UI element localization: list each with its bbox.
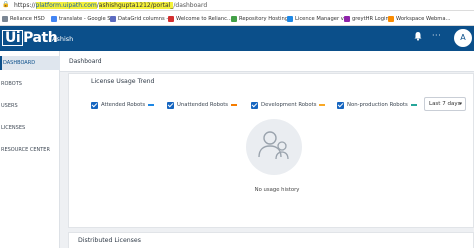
bookmarks-bar: Reliance HSD translate - Google S... Dat…	[0, 11, 474, 26]
bookmark-item[interactable]: Licence Manager v...	[287, 14, 348, 23]
bookmark-item[interactable]: Workspace Webma...	[388, 14, 451, 23]
legend-swatch	[319, 104, 326, 106]
page-header: Dashboard	[60, 51, 474, 72]
browser-address-bar[interactable]: 🔒 https://platform.uipath.com/ashishgupt…	[0, 0, 474, 11]
checkbox-checked-icon[interactable]	[91, 101, 98, 109]
google-icon	[51, 15, 57, 22]
more-icon[interactable]: ···	[432, 32, 441, 40]
url-path: /dashboard	[173, 2, 208, 9]
tenant-name[interactable]: Ashish	[52, 35, 73, 43]
lock-icon: 🔒	[2, 1, 10, 8]
page-icon	[231, 15, 237, 22]
page-icon	[287, 15, 293, 22]
card-title: License Usage Trend	[91, 78, 155, 85]
logo-box: Ui	[2, 30, 24, 46]
bookmark-label: Reliance HSD	[10, 15, 45, 22]
sidebar: DASHBOARD ROBOTS USERS LICENSES RESOURCE…	[0, 51, 60, 248]
bookmark-item[interactable]: Reliance HSD	[2, 14, 45, 23]
bookmark-label: DataGrid columns -...	[118, 15, 174, 22]
checkbox-checked-icon[interactable]	[167, 101, 174, 109]
bookmark-label: Licence Manager v...	[295, 15, 349, 22]
bookmark-label: Workspace Webma...	[396, 15, 451, 22]
legend-non-production[interactable]: Non-production Robots	[337, 100, 417, 110]
legend-swatch	[148, 104, 155, 106]
bookmark-label: Welcome to Relianc...	[176, 15, 232, 22]
bookmark-item[interactable]: Repository Hosting	[231, 14, 288, 23]
date-range-value: Last 7 days	[429, 101, 461, 107]
empty-state-text: No usage history	[254, 187, 300, 193]
chevron-down-icon: ▾	[459, 101, 462, 107]
page-icon	[110, 15, 116, 22]
page-icon	[388, 15, 394, 22]
url-host: platform.uipath.com	[35, 2, 97, 9]
url-text[interactable]: https://platform.uipath.com/ashishgupta1…	[14, 1, 207, 10]
legend-label: Development Robots	[261, 102, 317, 108]
legend-label: Unattended Robots	[177, 102, 229, 108]
sidebar-item-licenses[interactable]: LICENSES	[0, 121, 60, 135]
legend-development[interactable]: Development Robots	[251, 100, 326, 110]
legend-label: Non-production Robots	[347, 102, 408, 108]
bookmark-item[interactable]: DataGrid columns -...	[110, 14, 173, 23]
uipath-logo[interactable]: Ui Path	[0, 30, 58, 47]
page-icon	[344, 15, 350, 22]
legend-attended[interactable]: Attended Robots	[91, 100, 155, 110]
card-title: Distributed Licenses	[78, 237, 141, 244]
app-header: Ui Path Ashish	[0, 26, 474, 51]
people-icon	[258, 131, 289, 160]
legend-swatch	[231, 104, 238, 106]
page-icon	[168, 15, 174, 22]
url-account: ashishgupta1212/portal_	[98, 2, 174, 9]
sidebar-item-resource-center[interactable]: RESOURCE CENTER	[0, 143, 60, 157]
bookmark-label: translate - Google S...	[59, 15, 116, 22]
legend-unattended[interactable]: Unattended Robots	[167, 100, 238, 110]
url-prefix: https://	[14, 2, 36, 9]
sidebar-item-robots[interactable]: ROBOTS	[0, 77, 60, 91]
bookmark-label: Repository Hosting	[239, 15, 289, 22]
page-icon	[2, 15, 8, 22]
avatar[interactable]: A	[454, 29, 472, 47]
legend-label: Attended Robots	[101, 102, 146, 108]
bell-icon[interactable]	[413, 31, 423, 41]
bookmark-item[interactable]: translate - Google S...	[51, 14, 116, 23]
distributed-licenses-card: Distributed Licenses	[68, 232, 474, 248]
app-root: { "browser": { "url_prefix": "https://",…	[0, 0, 474, 248]
no-data-illustration	[246, 119, 302, 175]
page-title: Dashboard	[69, 58, 102, 65]
sidebar-item-users[interactable]: USERS	[0, 99, 60, 113]
legend-swatch	[410, 104, 417, 106]
bookmark-item[interactable]: Welcome to Relianc...	[168, 14, 232, 23]
bookmark-label: greytHR Login	[352, 15, 389, 22]
date-range-select[interactable]: Last 7 days ▾	[424, 97, 466, 111]
checkbox-checked-icon[interactable]	[337, 101, 344, 109]
license-usage-card: License Usage Trend Attended Robots Unat…	[68, 73, 474, 228]
checkbox-checked-icon[interactable]	[251, 101, 258, 109]
bookmark-item[interactable]: greytHR Login	[344, 14, 389, 23]
sidebar-item-dashboard[interactable]: DASHBOARD	[0, 56, 60, 70]
